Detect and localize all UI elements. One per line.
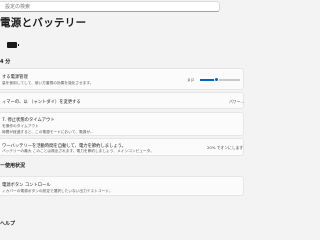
usage-section[interactable]: ー使用状況 bbox=[0, 162, 25, 169]
battery-saver-value: 20% でオンにします bbox=[207, 145, 244, 150]
search-input[interactable]: 設定の検索 bbox=[0, 1, 220, 12]
help-section[interactable]: ヘルプ bbox=[0, 220, 15, 227]
power-mode-title: する電源管理 bbox=[2, 75, 28, 80]
power-mode-slider[interactable] bbox=[200, 77, 240, 82]
screen-off-value: パワー... bbox=[229, 99, 245, 104]
battery-icon bbox=[7, 42, 19, 48]
power-mode-slider-label: ｐｐ bbox=[187, 77, 195, 82]
battery-saver-card[interactable]: ワーバッテリーを活動時間を自動して、電力を節約しましょう。 バッテリーの最大 こ… bbox=[0, 138, 244, 156]
screen-off-card[interactable]: ィマーの、以 （ャントダイ）を変更する パワー... bbox=[0, 92, 244, 109]
stop-timeout-subtitle1: を操作のタイムアウト bbox=[2, 124, 39, 128]
search-placeholder: 設定の検索 bbox=[5, 4, 31, 10]
power-button-subtitle: ィカバーの電源ボタンの設定で選択したいない出力テストコード。 bbox=[2, 189, 113, 193]
stop-timeout-subtitle2: 時間が経過すると、この電源モードにおいて、電源が... bbox=[2, 130, 94, 134]
power-button-title: 電源ボタン コントロール bbox=[2, 183, 51, 188]
battery-saver-subtitle: バッテリーの最大 このことは検出されます。電力を節約しましょう、メインコンピュー… bbox=[2, 149, 154, 153]
stop-timeout-title: 7. 停止状態のタイムアウト bbox=[2, 118, 55, 123]
screen-off-title: ィマーの、以 （ャントダイ）を変更する bbox=[2, 100, 81, 105]
page-title: 電源とバッテリー bbox=[0, 17, 87, 29]
stop-timeout-card[interactable]: 7. 停止状態のタイムアウト を操作のタイムアウト 時間が経過すると、この電源モ… bbox=[0, 112, 244, 136]
power-mode-subtitle: 量を使用してして、使い方重視の効果を強化させます。 bbox=[2, 81, 94, 85]
power-button-card[interactable]: 電源ボタン コントロール ィカバーの電源ボタンの設定で選択したいない出力テストコ… bbox=[0, 176, 244, 196]
battery-estimate: 4 分 bbox=[0, 59, 11, 65]
